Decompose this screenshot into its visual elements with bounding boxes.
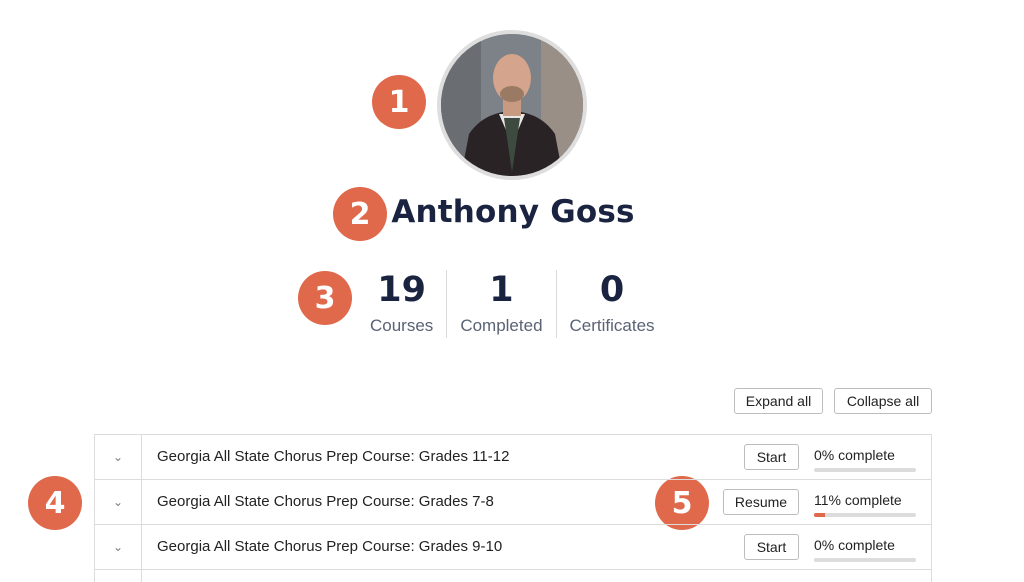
course-title: Georgia All State Chorus Prep Course: Gr… [157,538,503,555]
course-title: Georgia All State Chorus Prep Course: Gr… [157,448,510,465]
progress-bar [814,558,916,562]
chevron-down-icon[interactable]: ⌄ [95,525,142,569]
chevron-down-icon[interactable]: ⌄ [95,480,142,524]
stat-completed-value: 1 [489,270,514,310]
profile-name: Anthony Goss [391,194,635,230]
stat-completed-label: Completed [460,316,543,335]
expand-all-button[interactable]: Expand all [734,388,823,414]
profile-stats: 19 Courses 1 Completed 0 Certificates [357,270,668,338]
progress-text: 0% complete [814,447,895,463]
start-button[interactable]: Start [744,444,799,470]
progress-bar [814,468,916,472]
callout-badge-1: 1 [372,75,426,129]
progress-fill [814,513,826,517]
stat-certificates-value: 0 [599,270,625,310]
avatar-photo [441,34,583,176]
stat-completed: 1 Completed [446,270,555,338]
stat-courses-value: 19 [377,270,427,310]
stat-courses-label: Courses [370,316,434,335]
callout-badge-3: 3 [298,271,352,325]
stat-certificates: 0 Certificates [555,270,668,338]
progress-text: 11% complete [814,492,902,508]
course-row: ⌄ Georgia All State Chorus Prep Course: … [95,525,931,570]
stat-certificates-label: Certificates [569,316,655,335]
collapse-all-button[interactable]: Collapse all [834,388,932,414]
course-row: ⌄ Georgia All State Chorus Prep Course: … [95,480,931,525]
progress-text: 0% complete [814,537,895,553]
start-button[interactable]: Start [744,534,799,560]
avatar [437,30,587,180]
course-row: ⌄ Georgia All State Chorus Prep Course: … [95,435,931,480]
course-list: ⌄ Georgia All State Chorus Prep Course: … [94,434,932,582]
chevron-cell [95,570,142,582]
progress-bar [814,513,916,517]
course-row-partial [95,570,931,582]
chevron-down-icon[interactable]: ⌄ [95,435,142,479]
callout-badge-4: 4 [28,476,82,530]
course-title: Georgia All State Chorus Prep Course: Gr… [157,493,494,510]
stat-courses: 19 Courses [357,270,446,338]
resume-button[interactable]: Resume [723,489,799,515]
